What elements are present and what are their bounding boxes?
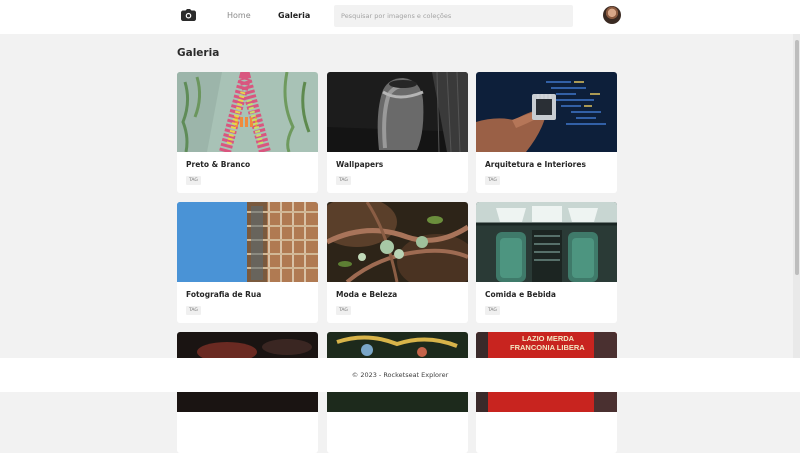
tag-badge: TAG [485, 306, 500, 315]
gallery-card[interactable] [177, 332, 318, 453]
user-avatar[interactable] [603, 6, 621, 24]
card-title: Fotografia de Rua [186, 290, 262, 299]
tag-badge: TAG [485, 176, 500, 185]
card-image [177, 202, 318, 282]
scrollbar-thumb[interactable] [795, 40, 799, 275]
tag-badge: TAG [186, 306, 201, 315]
card-title: Arquitetura e Interiores [485, 160, 586, 169]
sign-text-line2: FRANCONIA LIBERA [510, 343, 585, 352]
top-header: Home Galeria [0, 0, 800, 34]
gallery-card[interactable]: Preto & Branco TAG [177, 72, 318, 193]
page-title: Galeria [177, 47, 220, 59]
gallery-card[interactable]: Fotografia de Rua TAG [177, 202, 318, 323]
gallery-card[interactable]: LAZIO MERDA FRANCONIA LIBERA [476, 332, 617, 453]
tag-badge: TAG [336, 176, 351, 185]
sign-text-line1: LAZIO MERDA [522, 334, 575, 343]
nav-home[interactable]: Home [227, 11, 251, 20]
tag-badge: TAG [186, 176, 201, 185]
card-image [327, 72, 468, 152]
card-image [327, 202, 468, 282]
card-image [476, 202, 617, 282]
tag-badge: TAG [336, 306, 351, 315]
gallery-card[interactable] [327, 332, 468, 453]
card-image [177, 72, 318, 152]
search-input[interactable] [334, 5, 573, 27]
gallery-card[interactable]: Arquitetura e Interiores TAG [476, 72, 617, 193]
card-title: Wallpapers [336, 160, 384, 169]
camera-icon[interactable] [181, 9, 196, 21]
nav-gallery[interactable]: Galeria [278, 11, 310, 20]
card-image [476, 72, 617, 152]
gallery-card[interactable]: Moda e Beleza TAG [327, 202, 468, 323]
footer-text: © 2023 - Rocketseat Explorer [351, 371, 449, 379]
card-title: Preto & Branco [186, 160, 251, 169]
card-title: Moda e Beleza [336, 290, 398, 299]
gallery-card[interactable]: Wallpapers TAG [327, 72, 468, 193]
gallery-card[interactable]: Comida e Bebida TAG [476, 202, 617, 323]
card-title: Comida e Bebida [485, 290, 556, 299]
